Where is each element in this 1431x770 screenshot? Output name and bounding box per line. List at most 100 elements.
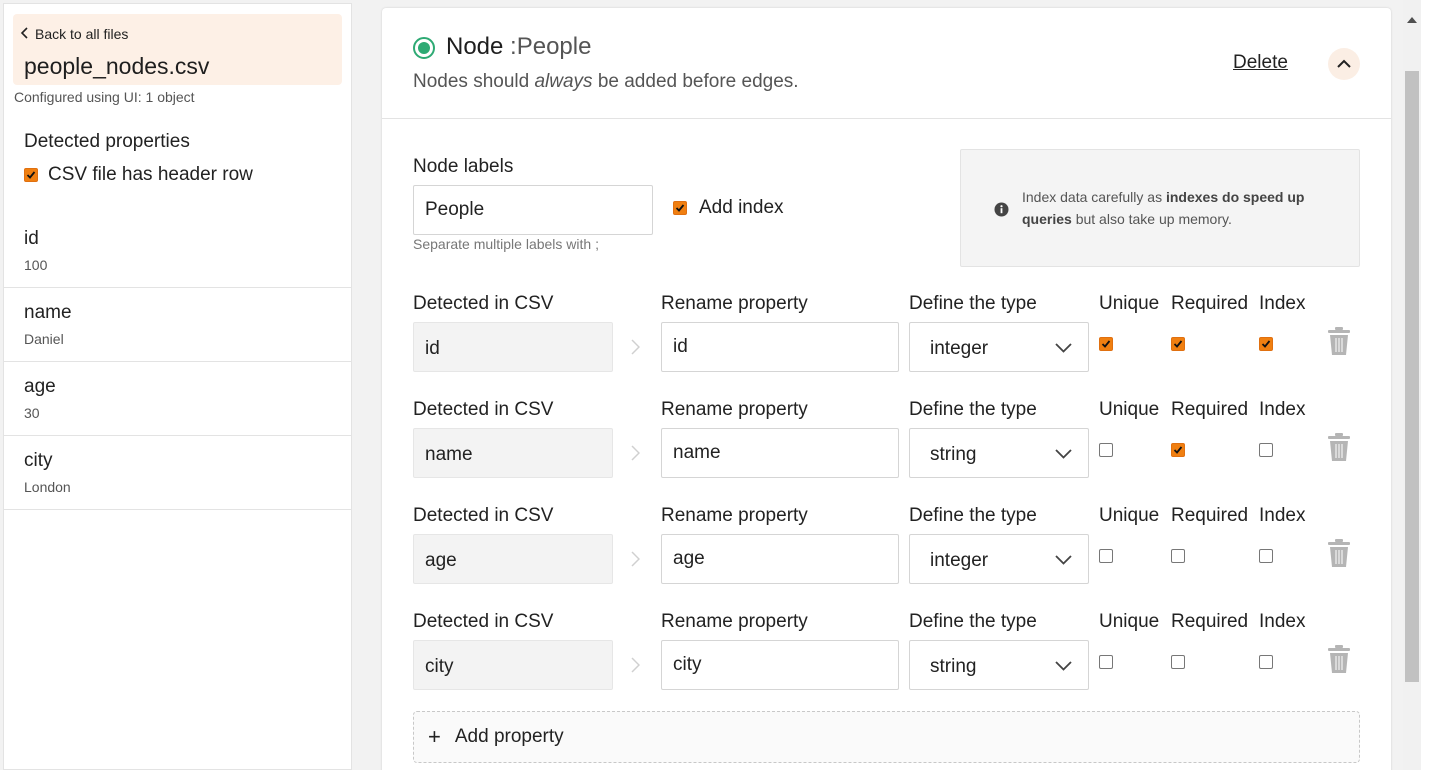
header-row-checkbox[interactable]: [24, 168, 38, 182]
list-item: name Daniel: [4, 288, 351, 362]
index-header: Index: [1259, 399, 1306, 420]
type-select[interactable]: string: [909, 640, 1089, 690]
property-sample-value: 30: [24, 405, 40, 421]
subtitle-em: always: [534, 71, 593, 92]
file-name: people_nodes.csv: [24, 53, 210, 79]
property-name: name: [24, 302, 72, 323]
detected-header: Detected in CSV: [413, 399, 554, 420]
add-property-label: Add property: [454, 726, 564, 747]
rename-header: Rename property: [661, 399, 808, 420]
unique-header: Unique: [1099, 505, 1160, 526]
chevron-right-icon: [631, 445, 641, 461]
type-header: Define the type: [909, 293, 1037, 314]
type-value: string: [930, 444, 977, 465]
node-labels-label: Node labels: [413, 156, 514, 177]
rename-input[interactable]: [661, 322, 899, 372]
type-header: Define the type: [909, 505, 1037, 526]
property-row: Detected in CSV Rename property Define t…: [413, 505, 1363, 605]
required-header: Required: [1171, 399, 1249, 420]
add-index-checkbox[interactable]: [673, 201, 687, 215]
info-text: Index data carefully as indexes do speed…: [1022, 186, 1332, 230]
chevron-down-icon: [1055, 449, 1072, 459]
index-checkbox[interactable]: [1259, 655, 1273, 669]
index-info-box: Index data carefully as indexes do speed…: [960, 149, 1360, 267]
back-to-files-link[interactable]: Back to all files: [20, 26, 128, 42]
type-value: integer: [930, 550, 989, 571]
collapse-button[interactable]: [1328, 48, 1360, 80]
unique-header: Unique: [1099, 611, 1160, 632]
required-checkbox[interactable]: [1171, 655, 1185, 669]
add-index-label: Add index: [699, 197, 784, 218]
chevron-down-icon: [1055, 661, 1072, 671]
detected-field: id: [413, 322, 613, 372]
chevron-left-icon: [20, 26, 29, 42]
trash-icon[interactable]: [1327, 644, 1351, 674]
index-header: Index: [1259, 293, 1306, 314]
page-edge: [1421, 0, 1431, 770]
detected-header: Detected in CSV: [413, 611, 554, 632]
node-labels-input[interactable]: [413, 185, 653, 235]
required-header: Required: [1171, 293, 1249, 314]
index-checkbox[interactable]: [1259, 337, 1273, 351]
rename-input[interactable]: [661, 534, 899, 584]
property-name: city: [24, 450, 53, 471]
info-text-bold-1: indexes do speed up: [1165, 189, 1305, 205]
property-sample-value: 100: [24, 257, 48, 273]
chevron-up-icon: [1337, 55, 1351, 73]
node-subtitle: Nodes should always be added before edge…: [413, 71, 799, 93]
property-sample-value: London: [24, 479, 71, 495]
subtitle-pre: Nodes should: [413, 71, 535, 92]
detected-header: Detected in CSV: [413, 293, 554, 314]
property-row: Detected in CSV Rename property Define t…: [413, 293, 1363, 393]
required-checkbox[interactable]: [1171, 443, 1185, 457]
node-title-text: Node: [446, 33, 504, 60]
detected-field: age: [413, 534, 613, 584]
detected-properties-title: Detected properties: [24, 131, 190, 152]
info-icon: [994, 202, 1009, 217]
trash-icon[interactable]: [1327, 326, 1351, 356]
subtitle-post: be added before edges.: [592, 71, 799, 92]
chevron-right-icon: [631, 551, 641, 567]
rename-header: Rename property: [661, 505, 808, 526]
sidebar: Back to all files people_nodes.csv Confi…: [3, 3, 352, 770]
trash-icon[interactable]: [1327, 432, 1351, 462]
info-text-bold-2: queries: [1022, 211, 1072, 227]
type-header: Define the type: [909, 611, 1037, 632]
type-select[interactable]: integer: [909, 534, 1089, 584]
list-item: id 100: [4, 214, 351, 288]
scroll-up-icon[interactable]: [1407, 10, 1417, 23]
add-index-option[interactable]: Add index: [673, 197, 784, 219]
rename-input[interactable]: [661, 428, 899, 478]
list-item: age 30: [4, 362, 351, 436]
rename-input[interactable]: [661, 640, 899, 690]
index-checkbox[interactable]: [1259, 549, 1273, 563]
required-checkbox[interactable]: [1171, 549, 1185, 563]
index-header: Index: [1259, 505, 1306, 526]
property-row: Detected in CSV Rename property Define t…: [413, 399, 1363, 499]
trash-icon[interactable]: [1327, 538, 1351, 568]
unique-checkbox[interactable]: [1099, 443, 1113, 457]
rename-header: Rename property: [661, 611, 808, 632]
node-config-card: Node :People Nodes should always be adde…: [382, 8, 1391, 770]
chevron-down-icon: [1055, 555, 1072, 565]
plus-icon: +: [428, 724, 441, 749]
info-text-pre: Index data carefully as: [1022, 189, 1166, 205]
type-select[interactable]: integer: [909, 322, 1089, 372]
type-select[interactable]: string: [909, 428, 1089, 478]
status-indicator-icon: [413, 37, 435, 59]
required-checkbox[interactable]: [1171, 337, 1185, 351]
config-note: Configured using UI: 1 object: [14, 89, 195, 105]
list-item: city London: [4, 436, 351, 510]
chevron-down-icon: [1055, 343, 1072, 353]
unique-checkbox[interactable]: [1099, 549, 1113, 563]
delete-button[interactable]: Delete: [1233, 52, 1288, 74]
unique-header: Unique: [1099, 399, 1160, 420]
node-title: Node :People: [446, 33, 591, 61]
unique-checkbox[interactable]: [1099, 655, 1113, 669]
type-header: Define the type: [909, 399, 1037, 420]
index-checkbox[interactable]: [1259, 443, 1273, 457]
scrollbar-thumb[interactable]: [1405, 71, 1419, 682]
header-row-option[interactable]: CSV file has header row: [24, 164, 253, 186]
unique-checkbox[interactable]: [1099, 337, 1113, 351]
add-property-button[interactable]: + Add property: [413, 711, 1360, 763]
